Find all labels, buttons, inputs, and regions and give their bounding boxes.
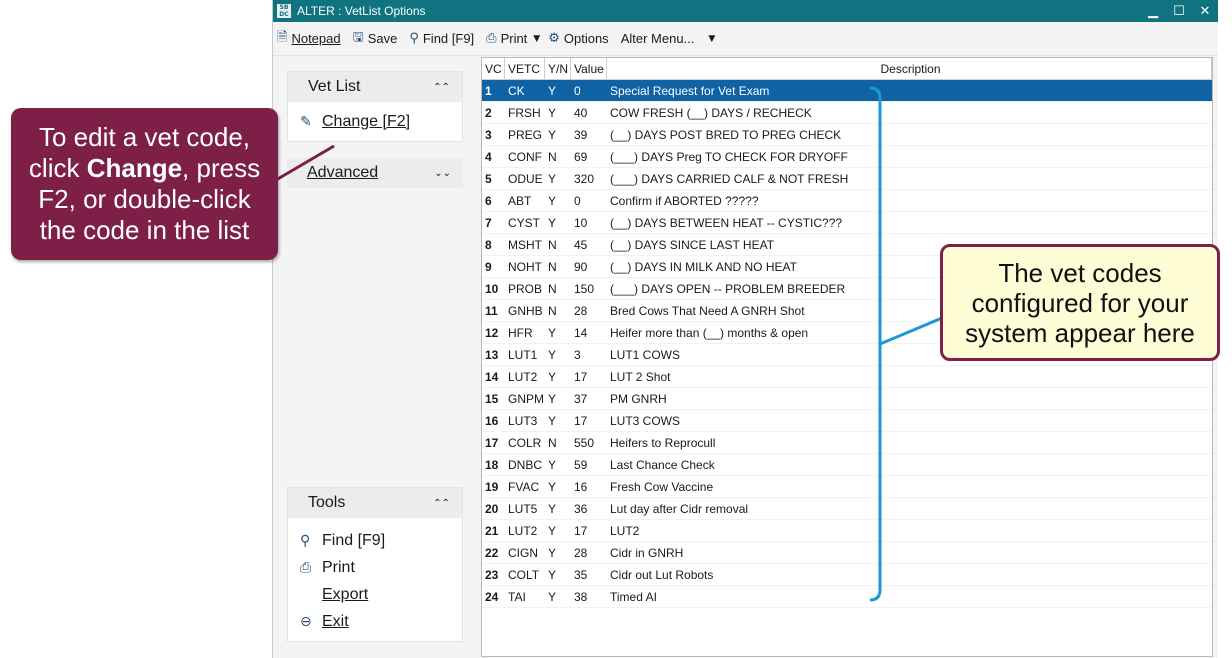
callout-right-connector xyxy=(879,316,943,346)
callout-left-bold: Change xyxy=(86,153,183,183)
edit-instructions-callout: To edit a vet code, click Change, press … xyxy=(11,108,278,260)
list-bracket xyxy=(869,86,882,602)
vet-codes-note-callout: The vet codes configured for your system… xyxy=(940,244,1220,361)
callout-right-text: The vet codes configured for your system… xyxy=(965,257,1195,348)
callout-left-connector xyxy=(275,144,335,182)
